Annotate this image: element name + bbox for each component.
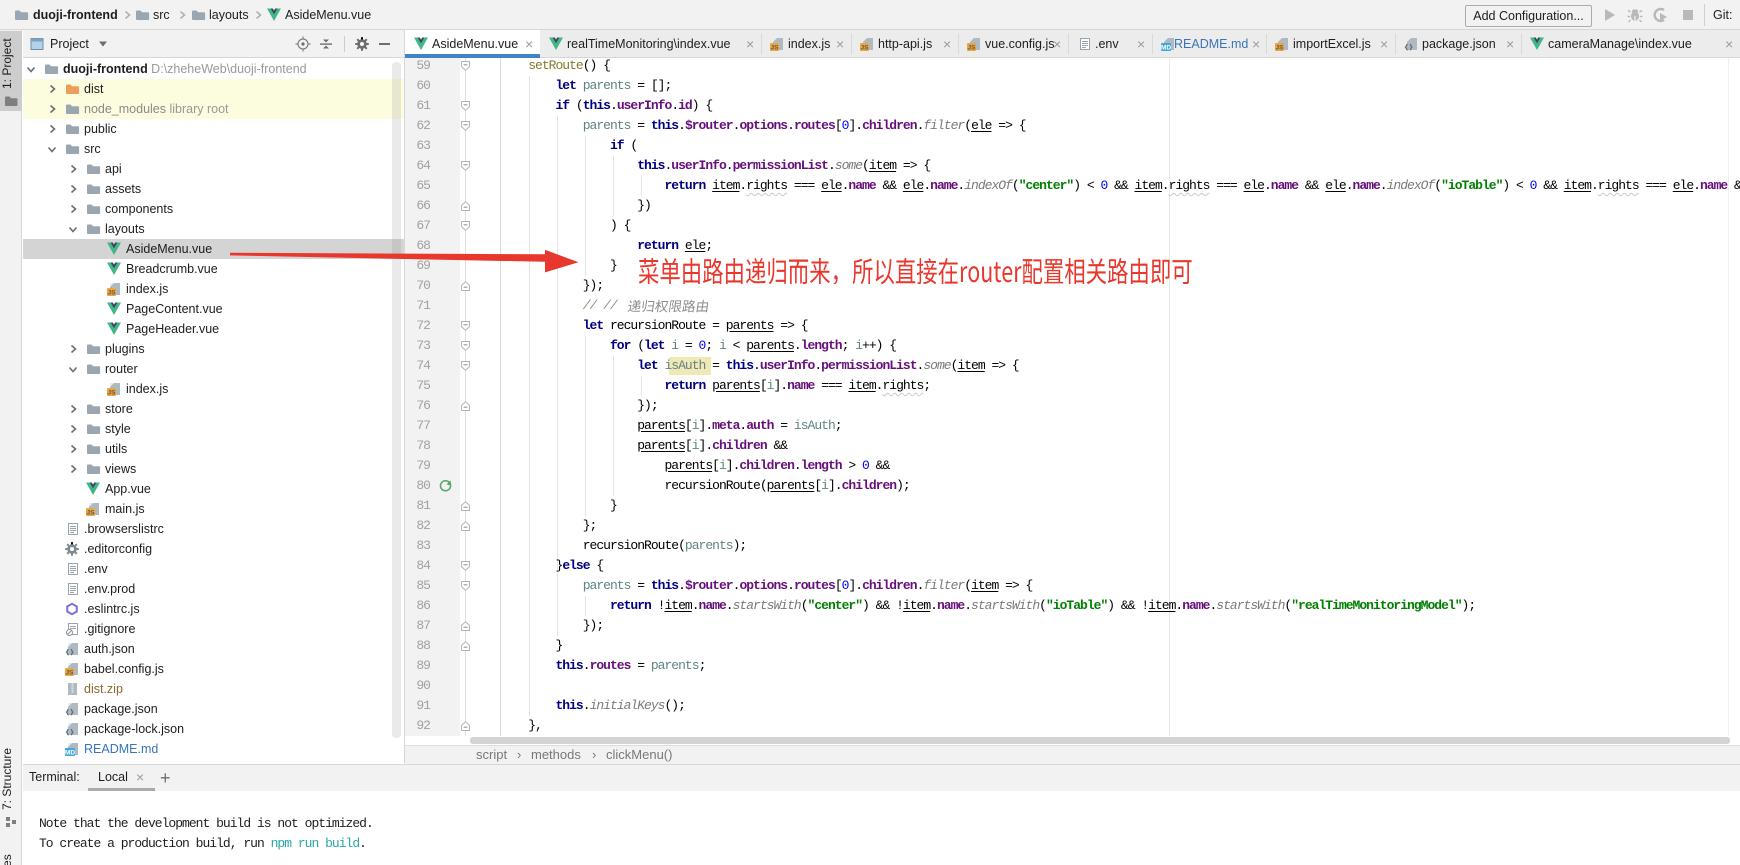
svg-text:JS: JS (66, 670, 75, 677)
svg-text:JS: JS (1276, 45, 1285, 52)
svg-text:JS: JS (108, 390, 117, 397)
svg-text:JS: JS (771, 45, 780, 52)
svg-text:MD: MD (1161, 45, 1171, 52)
svg-text:MD: MD (65, 750, 75, 757)
svg-text:JS: JS (108, 290, 117, 297)
svg-text:JS: JS (861, 45, 870, 52)
svg-text:JS: JS (968, 45, 977, 52)
svg-text:JS: JS (87, 510, 96, 517)
